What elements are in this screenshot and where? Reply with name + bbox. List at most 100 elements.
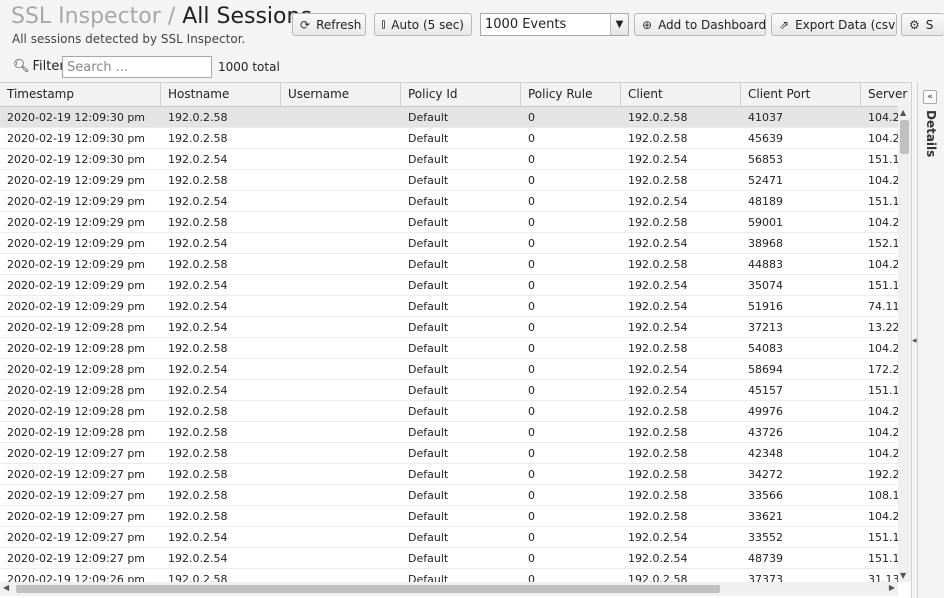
add-to-dashboard-button[interactable]: ⊕ Add to Dashboard	[634, 13, 766, 36]
cell-server: 104.2	[868, 447, 898, 460]
cell-hostname: 192.0.2.58	[168, 342, 228, 355]
cell-policy-id: Default	[408, 153, 449, 166]
cell-policy-id: Default	[408, 426, 449, 439]
vertical-scroll-thumb[interactable]	[900, 120, 909, 154]
cell-hostname: 192.0.2.54	[168, 153, 228, 166]
chevron-left-icon[interactable]: ◂	[912, 336, 917, 346]
column-header-policy-id[interactable]: Policy Id	[401, 83, 521, 107]
chevron-down-icon[interactable]: ▼	[610, 14, 628, 35]
table-row[interactable]: 2020-02-19 12:09:27 pm 192.0.2.54 Default 0…	[0, 527, 898, 548]
cell-timestamp: 2020-02-19 12:09:28 pm	[7, 426, 146, 439]
table-row[interactable]: 2020-02-19 12:09:30 pm 192.0.2.58 Default 0…	[0, 107, 898, 128]
table-row[interactable]: 2020-02-19 12:09:29 pm 192.0.2.58 Default 0…	[0, 170, 898, 191]
column-header-client[interactable]: Client	[621, 83, 741, 107]
table-row[interactable]: 2020-02-19 12:09:26 pm 192.0.2.58 Default 0…	[0, 569, 898, 582]
table-row[interactable]: 2020-02-19 12:09:29 pm 192.0.2.54 Default 0…	[0, 275, 898, 296]
cell-policy-rule: 0	[528, 111, 535, 124]
scroll-left-icon[interactable]: ◀	[3, 583, 9, 592]
cell-client-port: 33566	[748, 489, 783, 502]
table-row[interactable]: 2020-02-19 12:09:29 pm 192.0.2.54 Default 0…	[0, 296, 898, 317]
column-header-policy-rule[interactable]: Policy Rule	[521, 83, 621, 107]
cell-hostname: 192.0.2.54	[168, 384, 228, 397]
cell-policy-rule: 0	[528, 384, 535, 397]
cell-server: 104.2	[868, 405, 898, 418]
cell-username	[281, 527, 401, 548]
table-row[interactable]: 2020-02-19 12:09:27 pm 192.0.2.58 Default 0…	[0, 464, 898, 485]
gear-icon: ⚙	[909, 17, 920, 32]
settings-button[interactable]: ⚙ S	[901, 13, 944, 36]
cell-client-port: 34272	[748, 468, 783, 481]
scroll-right-icon[interactable]: ▶	[889, 583, 895, 592]
horizontal-scroll-thumb[interactable]	[16, 585, 720, 593]
table-row[interactable]: 2020-02-19 12:09:28 pm 192.0.2.58 Default 0…	[0, 338, 898, 359]
cell-server: 74.11	[868, 300, 898, 313]
cell-timestamp: 2020-02-19 12:09:27 pm	[7, 468, 146, 481]
cell-username	[281, 254, 401, 275]
cell-client: 192.0.2.54	[628, 279, 688, 292]
cell-username	[281, 338, 401, 359]
cell-timestamp: 2020-02-19 12:09:29 pm	[7, 258, 146, 271]
table-row[interactable]: 2020-02-19 12:09:28 pm 192.0.2.54 Default 0…	[0, 359, 898, 380]
events-limit-select[interactable]: 1000 Events ▼	[480, 13, 629, 36]
export-data-button[interactable]: ⇗ Export Data (csv)	[771, 13, 897, 36]
cell-policy-rule: 0	[528, 216, 535, 229]
table-row[interactable]: 2020-02-19 12:09:29 pm 192.0.2.54 Default 0…	[0, 233, 898, 254]
cell-policy-id: Default	[408, 237, 449, 250]
cell-server: 151.1	[868, 384, 898, 397]
column-header-client-port[interactable]: Client Port	[741, 83, 861, 107]
cell-policy-id: Default	[408, 552, 449, 565]
column-header-server[interactable]: Server	[861, 83, 911, 107]
cell-policy-rule: 0	[528, 300, 535, 313]
refresh-button[interactable]: ⟳ Refresh	[292, 13, 366, 36]
table-row[interactable]: 2020-02-19 12:09:29 pm 192.0.2.58 Default 0…	[0, 212, 898, 233]
cell-policy-rule: 0	[528, 153, 535, 166]
scroll-down-icon[interactable]: ▼	[900, 571, 906, 580]
table-row[interactable]: 2020-02-19 12:09:28 pm 192.0.2.58 Default 0…	[0, 401, 898, 422]
details-panel-label[interactable]: Details	[924, 110, 938, 157]
column-header-username[interactable]: Username	[281, 83, 401, 107]
table-row[interactable]: 2020-02-19 12:09:30 pm 192.0.2.54 Default 0…	[0, 149, 898, 170]
search-input[interactable]	[62, 56, 212, 78]
page-subtitle: All sessions detected by SSL Inspector.	[12, 32, 246, 46]
cell-client: 192.0.2.58	[628, 111, 688, 124]
cell-policy-id: Default	[408, 300, 449, 313]
cell-username	[281, 485, 401, 506]
cell-client: 192.0.2.58	[628, 489, 688, 502]
cell-timestamp: 2020-02-19 12:09:29 pm	[7, 216, 146, 229]
table-row[interactable]: 2020-02-19 12:09:27 pm 192.0.2.58 Default 0…	[0, 443, 898, 464]
cell-policy-rule: 0	[528, 447, 535, 460]
column-header-hostname[interactable]: Hostname	[161, 83, 281, 107]
cell-policy-id: Default	[408, 321, 449, 334]
cell-client-port: 44883	[748, 258, 783, 271]
auto-refresh-checkbox[interactable]	[382, 20, 386, 29]
scroll-up-icon[interactable]: ▲	[900, 108, 906, 117]
vertical-scrollbar[interactable]: ▲ ▼	[898, 106, 911, 582]
cell-policy-id: Default	[408, 132, 449, 145]
table-row[interactable]: 2020-02-19 12:09:28 pm 192.0.2.58 Default 0…	[0, 422, 898, 443]
cell-client-port: 41037	[748, 111, 783, 124]
total-count: 1000 total	[218, 60, 280, 74]
table-row[interactable]: 2020-02-19 12:09:27 pm 192.0.2.58 Default 0…	[0, 506, 898, 527]
table-row[interactable]: 2020-02-19 12:09:29 pm 192.0.2.54 Default 0…	[0, 191, 898, 212]
cell-username	[281, 233, 401, 254]
cell-client: 192.0.2.58	[628, 510, 688, 523]
table-row[interactable]: 2020-02-19 12:09:28 pm 192.0.2.54 Default 0…	[0, 380, 898, 401]
horizontal-scrollbar[interactable]: ◀ ▶	[0, 582, 898, 596]
table-row[interactable]: 2020-02-19 12:09:27 pm 192.0.2.54 Default 0…	[0, 548, 898, 569]
cell-client: 192.0.2.54	[628, 237, 688, 250]
cell-client-port: 37213	[748, 321, 783, 334]
table-row[interactable]: 2020-02-19 12:09:28 pm 192.0.2.54 Default 0…	[0, 317, 898, 338]
cell-username	[281, 422, 401, 443]
cell-client-port: 43726	[748, 426, 783, 439]
page-header: SSL Inspector / All Sessions All session…	[0, 0, 944, 52]
cell-timestamp: 2020-02-19 12:09:30 pm	[7, 132, 146, 145]
table-row[interactable]: 2020-02-19 12:09:30 pm 192.0.2.58 Default 0…	[0, 128, 898, 149]
auto-refresh-toggle[interactable]: Auto (5 sec)	[374, 13, 472, 36]
cell-timestamp: 2020-02-19 12:09:29 pm	[7, 195, 146, 208]
column-header-timestamp[interactable]: Timestamp	[0, 83, 161, 107]
table-row[interactable]: 2020-02-19 12:09:29 pm 192.0.2.58 Default 0…	[0, 254, 898, 275]
sessions-grid: Timestamp Hostname Username Policy Id Po…	[0, 82, 911, 582]
table-row[interactable]: 2020-02-19 12:09:27 pm 192.0.2.58 Default 0…	[0, 485, 898, 506]
cell-policy-rule: 0	[528, 195, 535, 208]
expand-details-button[interactable]: «	[923, 90, 937, 104]
